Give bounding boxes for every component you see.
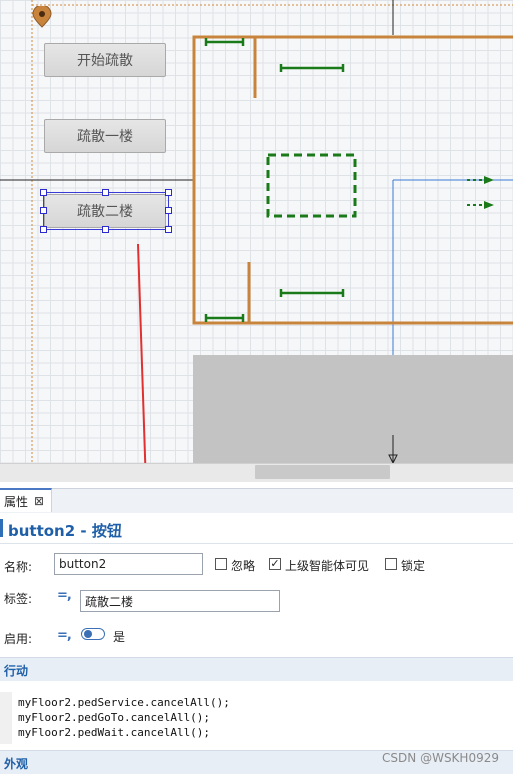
title-accent-bar [0, 519, 3, 537]
resize-handle[interactable] [40, 207, 47, 214]
floor-area [193, 355, 513, 463]
upper-agent-visible-label: 上级智能体可见 [285, 559, 370, 573]
enabled-toggle[interactable] [81, 628, 105, 640]
tab-properties[interactable]: 属性 ⊠ [0, 488, 52, 512]
tab-properties-label: 属性 [4, 494, 29, 509]
upper-agent-visible-checkbox[interactable]: ✓ [269, 558, 281, 570]
code-line: myFloor2.pedWait.cancelAll(); [18, 726, 211, 739]
start-evacuation-button[interactable]: 开始疏散 [44, 43, 166, 77]
action-section-title: 行动 [4, 664, 29, 678]
resize-handle[interactable] [165, 189, 172, 196]
enabled-value: 是 [113, 630, 126, 644]
resize-handle[interactable] [165, 207, 172, 214]
code-line: myFloor2.pedGoTo.cancelAll(); [18, 711, 211, 724]
action-section-header[interactable]: 行动 [0, 657, 513, 681]
close-icon[interactable]: ⊠ [34, 494, 44, 508]
name-field[interactable]: button2 [54, 553, 203, 575]
panel-tab-strip [0, 488, 513, 514]
page-title: button2 - 按钮 [8, 522, 122, 540]
annotation-arrow [137, 243, 147, 463]
name-label: 名称: [4, 560, 33, 574]
code-line: myFloor2.pedService.cancelAll(); [18, 696, 230, 709]
ignore-label: 忽略 [231, 559, 256, 573]
origin-marker-icon [32, 6, 52, 28]
wait-area [266, 153, 357, 218]
selection-box [43, 192, 169, 230]
watermark: CSDN @WSKH0929 [382, 751, 499, 765]
panel-header: button2 - 按钮 [0, 513, 513, 544]
tag-field[interactable]: 疏散二楼 [80, 590, 280, 612]
model-canvas[interactable]: 开始疏散 疏散一楼 疏散二楼 [0, 0, 513, 463]
appearance-section-title: 外观 [4, 757, 29, 771]
path-arrows [467, 179, 490, 206]
tag-label: 标签: [4, 592, 33, 606]
ignore-checkbox[interactable] [215, 558, 227, 570]
lock-label: 锁定 [401, 559, 426, 573]
static-value-icon[interactable]: =, [57, 628, 72, 643]
horizontal-scrollbar-thumb[interactable] [255, 465, 390, 479]
enabled-label: 启用: [4, 632, 33, 646]
resize-handle[interactable] [102, 226, 109, 233]
resize-handle[interactable] [40, 226, 47, 233]
lock-checkbox[interactable] [385, 558, 397, 570]
resize-handle[interactable] [102, 189, 109, 196]
resize-handle[interactable] [40, 189, 47, 196]
evacuate-floor1-button[interactable]: 疏散一楼 [44, 119, 166, 153]
static-value-icon[interactable]: =, [57, 588, 72, 603]
action-code-editor[interactable]: myFloor2.pedService.cancelAll(); myFloor… [0, 692, 513, 744]
resize-handle[interactable] [165, 226, 172, 233]
